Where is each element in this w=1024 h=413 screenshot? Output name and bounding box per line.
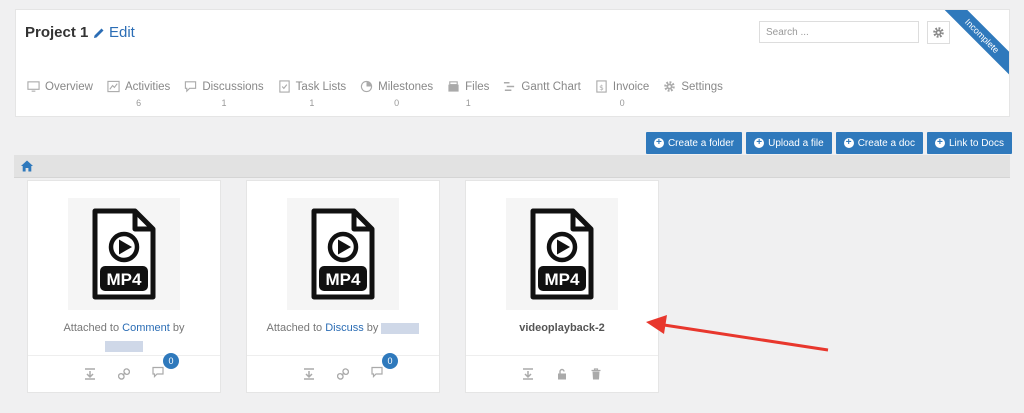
comment-icon	[152, 366, 164, 378]
attached-by-label: by	[172, 322, 185, 334]
file-card[interactable]: MP4 Attached to Discuss by 0	[246, 180, 440, 393]
file-attachment-info: Attached to Discuss by	[251, 319, 435, 337]
nav-count: 0	[619, 98, 625, 108]
download-icon[interactable]	[303, 368, 315, 380]
activities-icon	[107, 80, 120, 93]
nav-item-task-lists[interactable]: Task Lists 1	[278, 80, 347, 108]
discussions-icon	[185, 81, 197, 93]
link-icon[interactable]	[337, 368, 349, 380]
task-lists-icon	[278, 80, 290, 93]
settings-icon	[664, 81, 676, 92]
file-card-actions: 0	[28, 353, 220, 392]
attached-to-link[interactable]: Discuss	[325, 322, 364, 334]
home-icon[interactable]	[20, 159, 34, 173]
upload-file-button[interactable]: + Upload a file	[746, 132, 832, 154]
mp4-file-thumbnail[interactable]: MP4	[68, 198, 180, 310]
nav-label: Milestones	[378, 80, 434, 93]
milestones-icon	[361, 80, 373, 93]
file-title[interactable]: videoplayback-2	[519, 322, 605, 334]
upload-file-label: Upload a file	[768, 137, 824, 149]
file-title-wrap: videoplayback-2	[470, 319, 654, 337]
nav-item-activities[interactable]: Activities 6	[107, 80, 170, 108]
nav-label: Files	[465, 80, 490, 93]
nav-item-overview[interactable]: Overview	[27, 80, 93, 108]
mp4-file-thumbnail[interactable]: MP4	[506, 198, 618, 310]
nav-count: 0	[394, 98, 400, 108]
attached-prefix: Attached to	[266, 322, 323, 334]
attached-prefix: Attached to	[63, 322, 120, 334]
file-card-actions	[466, 355, 658, 392]
link-to-docs-label: Link to Docs	[948, 137, 1004, 149]
file-card-actions: 0	[247, 353, 439, 392]
nav-label: Activities	[124, 80, 171, 93]
comments-button[interactable]: 0	[152, 353, 179, 383]
attached-by-label: by	[366, 322, 379, 334]
comment-count-badge: 0	[382, 353, 398, 369]
nav-label: Task Lists	[295, 80, 347, 93]
invoice-icon: $	[596, 80, 607, 93]
nav-label: Discussions	[202, 80, 264, 93]
annotation-arrow	[646, 315, 829, 352]
nav-item-files[interactable]: Files 1	[447, 80, 489, 108]
nav-label: Settings	[681, 80, 723, 93]
search-input[interactable]	[759, 21, 919, 43]
edit-label: Edit	[109, 24, 135, 41]
create-folder-label: Create a folder	[667, 137, 735, 149]
mp4-file-icon: MP4	[530, 208, 594, 300]
author-redacted	[105, 340, 143, 352]
attached-to-link[interactable]: Comment	[122, 322, 170, 334]
files-icon	[448, 81, 459, 92]
lock-icon[interactable]	[556, 368, 568, 380]
mp4-badge: MP4	[545, 270, 581, 289]
gantt-chart-icon	[504, 82, 515, 91]
nav-label: Invoice	[612, 80, 650, 93]
breadcrumb	[14, 155, 1010, 178]
plus-circle-icon: +	[934, 138, 945, 148]
link-to-docs-button[interactable]: + Link to Docs	[926, 132, 1012, 154]
plus-circle-icon: +	[653, 138, 664, 148]
files-toolbar: + Create a folder + Upload a file + Crea…	[645, 132, 1012, 154]
project-header: Project 1 Edit Incomplete Overview Activ…	[15, 9, 1010, 117]
mp4-badge: MP4	[326, 270, 362, 289]
nav-count: 1	[465, 98, 471, 108]
nav-item-gantt-chart[interactable]: Gantt Chart	[503, 80, 581, 108]
project-nav: Overview Activities 6 Discussions 1 Task…	[27, 80, 737, 108]
status-ribbon-label: Incomplete	[939, 10, 1009, 80]
mp4-file-icon: MP4	[92, 208, 156, 300]
nav-count: 1	[309, 98, 315, 108]
mp4-file-icon: MP4	[311, 208, 375, 300]
comment-count-badge: 0	[163, 353, 179, 369]
nav-count: 1	[221, 98, 227, 108]
author-redacted	[381, 322, 420, 334]
link-icon[interactable]	[118, 368, 130, 380]
pencil-icon	[94, 28, 104, 38]
plus-circle-icon: +	[843, 138, 854, 148]
nav-item-discussions[interactable]: Discussions 1	[184, 80, 264, 108]
nav-item-settings[interactable]: Settings	[663, 80, 723, 108]
comments-button[interactable]: 0	[371, 353, 398, 383]
nav-item-invoice[interactable]: $ Invoice 0	[595, 80, 649, 108]
create-doc-label: Create a doc	[857, 137, 915, 149]
nav-label: Gantt Chart	[521, 80, 581, 93]
mp4-file-thumbnail[interactable]: MP4	[287, 198, 399, 310]
trash-icon[interactable]	[590, 368, 602, 380]
file-card[interactable]: MP4 Attached to Comment by 0	[27, 180, 221, 393]
svg-text:$: $	[599, 83, 604, 92]
nav-label: Overview	[45, 80, 93, 93]
download-icon[interactable]	[84, 368, 96, 380]
create-doc-button[interactable]: + Create a doc	[835, 132, 923, 154]
overview-icon	[27, 81, 40, 92]
mp4-badge: MP4	[107, 270, 143, 289]
create-folder-button[interactable]: + Create a folder	[645, 132, 743, 154]
status-ribbon: Incomplete	[939, 10, 1009, 80]
file-card[interactable]: MP4 videoplayback-2	[465, 180, 659, 393]
edit-project-link[interactable]: Edit	[93, 24, 135, 41]
file-attachment-info: Attached to Comment by	[32, 319, 216, 355]
nav-item-milestones[interactable]: Milestones 0	[360, 80, 433, 108]
nav-count: 6	[136, 98, 142, 108]
project-title: Project 1	[25, 24, 89, 41]
plus-circle-icon: +	[754, 138, 765, 148]
comment-icon	[371, 366, 383, 378]
download-icon[interactable]	[522, 368, 534, 380]
